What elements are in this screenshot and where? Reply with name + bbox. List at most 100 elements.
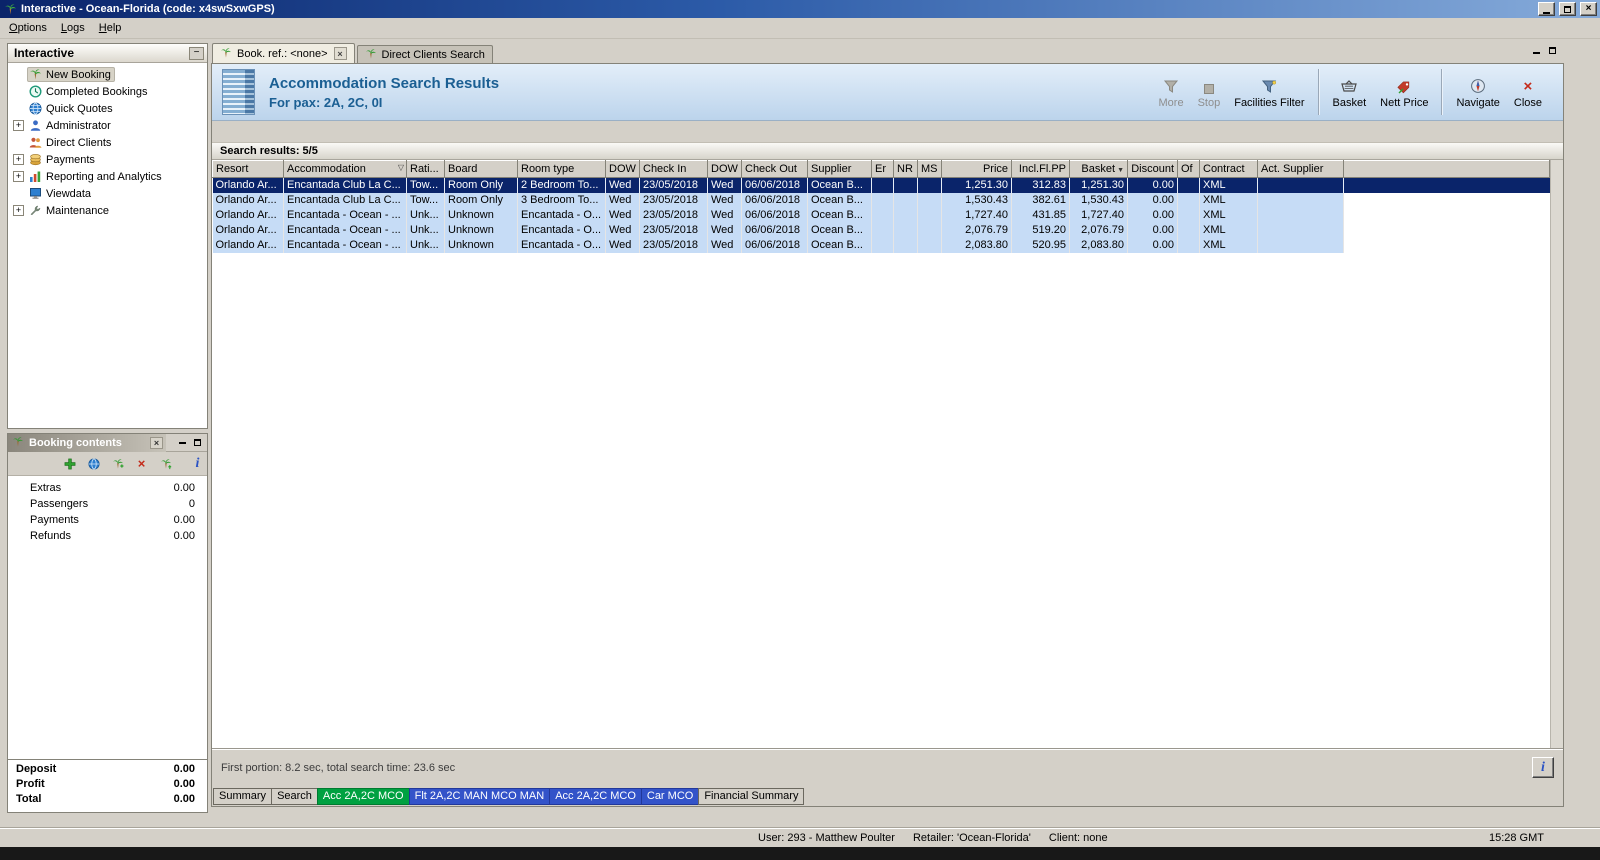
maximize-icon[interactable]: [194, 439, 201, 446]
column-header-resort[interactable]: Resort: [212, 160, 284, 178]
minimize-icon[interactable]: [1533, 52, 1540, 54]
navigate-button[interactable]: Navigate: [1456, 76, 1500, 109]
cell: 06/06/2018: [741, 192, 808, 208]
export-item-icon[interactable]: [158, 456, 173, 472]
statusbar: User: 293 - Matthew Poulter Retailer: 'O…: [0, 828, 1600, 847]
wrench-icon: [29, 204, 42, 217]
close-button[interactable]: ×: [1580, 2, 1597, 16]
tab-booking-ref[interactable]: Book. ref.: <none> ×: [212, 43, 355, 63]
tab-summary[interactable]: Summary: [213, 787, 273, 805]
cell: [871, 222, 894, 238]
tab-acc-mco[interactable]: Acc 2A,2C MCO: [549, 787, 642, 805]
sidebar-item-payments[interactable]: + Payments: [8, 151, 207, 168]
booking-row-extras[interactable]: Extras 0.00: [8, 482, 207, 498]
booking-row-passengers[interactable]: Passengers 0: [8, 498, 207, 514]
tab-acc-mco-active[interactable]: Acc 2A,2C MCO: [316, 787, 410, 805]
expander-blank: [13, 188, 24, 199]
nett-price-button[interactable]: Nett Price: [1380, 76, 1428, 109]
cell: [871, 237, 894, 253]
sidebar-item-direct-clients[interactable]: Direct Clients: [8, 134, 207, 151]
expander-blank: [13, 137, 24, 148]
titlebar: Interactive - Ocean-Florida (code: x4swS…: [0, 0, 1600, 18]
filter-icon[interactable]: ▽: [398, 163, 404, 172]
cell: [1257, 237, 1344, 253]
result-row[interactable]: Orlando Ar... Encantada - Ocean - ... Unk.…: [212, 237, 1550, 253]
results-table-wrap: Resort Accommodation ▽ Rati... Board Room typ…: [212, 160, 1550, 748]
sidebar-item-completed-bookings[interactable]: Completed Bookings: [8, 83, 207, 100]
price-tag-icon: [1396, 76, 1412, 94]
column-header-incl-fl-pp[interactable]: Incl.Fl.PP: [1011, 160, 1070, 178]
tab-direct-clients-search[interactable]: Direct Clients Search: [356, 45, 493, 63]
booking-row-payments[interactable]: Payments 0.00: [8, 514, 207, 530]
facilities-filter-button[interactable]: Facilities Filter: [1234, 76, 1305, 109]
column-header-price[interactable]: Price: [941, 160, 1012, 178]
cell: Encantada - Ocean - ...: [283, 207, 407, 223]
minimize-icon[interactable]: [179, 441, 186, 444]
sidebar-item-reporting-analytics[interactable]: + Reporting and Analytics: [8, 168, 207, 185]
column-header-act-supplier[interactable]: Act. Supplier: [1257, 160, 1344, 178]
maximize-button[interactable]: [1559, 2, 1576, 16]
collapse-panel-button[interactable]: −: [189, 46, 204, 60]
results-toolbar: More Stop Facilities Filter Basket Nett …: [1152, 69, 1549, 115]
info-button[interactable]: i: [1532, 757, 1554, 778]
cell: 0.00: [1127, 207, 1178, 223]
column-header-check-out[interactable]: Check Out: [741, 160, 808, 178]
monitor-icon: [29, 187, 42, 200]
sidebar-item-new-booking[interactable]: New Booking: [8, 66, 207, 83]
column-header-dow[interactable]: DOW: [707, 160, 742, 178]
info-icon[interactable]: i: [190, 456, 205, 472]
result-row[interactable]: Orlando Ar... Encantada - Ocean - ... Unk.…: [212, 222, 1550, 238]
delete-icon[interactable]: ×: [134, 456, 149, 472]
more-button[interactable]: More: [1159, 76, 1184, 109]
column-header-contract[interactable]: Contract: [1199, 160, 1258, 178]
column-header-check-in[interactable]: Check In: [639, 160, 708, 178]
column-header-dow[interactable]: DOW: [605, 160, 640, 178]
maximize-icon[interactable]: [1549, 47, 1556, 54]
cell: [893, 192, 918, 208]
close-results-button[interactable]: × Close: [1514, 76, 1542, 109]
result-row[interactable]: Orlando Ar... Encantada Club La C... Tow..…: [212, 192, 1550, 208]
column-header-basket[interactable]: Basket ▼: [1069, 160, 1128, 178]
booking-row-refunds[interactable]: Refunds 0.00: [8, 530, 207, 546]
minimize-button[interactable]: [1538, 2, 1555, 16]
vertical-scrollbar[interactable]: [1550, 160, 1563, 748]
cell: 23/05/2018: [639, 177, 708, 193]
add-item-icon[interactable]: [110, 456, 125, 472]
web-search-icon[interactable]: [86, 456, 101, 472]
cell: Wed: [707, 207, 742, 223]
tab-flt-man-mco-man[interactable]: Flt 2A,2C MAN MCO MAN: [408, 787, 551, 805]
result-row[interactable]: Orlando Ar... Encantada Club La C... Tow..…: [212, 177, 1550, 193]
expand-icon[interactable]: +: [13, 120, 24, 131]
menu-options[interactable]: Options: [2, 20, 54, 36]
column-header-nr[interactable]: NR: [893, 160, 918, 178]
result-row[interactable]: Orlando Ar... Encantada - Ocean - ... Unk.…: [212, 207, 1550, 223]
expand-icon[interactable]: +: [13, 171, 24, 182]
column-header-of[interactable]: Of: [1177, 160, 1200, 178]
column-header-er[interactable]: Er: [871, 160, 894, 178]
column-header-supplier[interactable]: Supplier: [807, 160, 872, 178]
sidebar-item-viewdata[interactable]: Viewdata: [8, 185, 207, 202]
palm-icon: [220, 47, 233, 60]
tab-car-mco[interactable]: Car MCO: [640, 787, 700, 805]
sidebar-item-administrator[interactable]: + Administrator: [8, 117, 207, 134]
column-header-room-type[interactable]: Room type: [517, 160, 606, 178]
close-tab-icon[interactable]: ×: [333, 47, 347, 60]
column-header-discount[interactable]: Discount: [1127, 160, 1178, 178]
add-button[interactable]: [62, 456, 77, 472]
column-header-ms[interactable]: MS: [917, 160, 942, 178]
expand-icon[interactable]: +: [13, 205, 24, 216]
expand-icon[interactable]: +: [13, 154, 24, 165]
tab-financial-summary[interactable]: Financial Summary: [698, 787, 805, 805]
stop-button[interactable]: Stop: [1198, 76, 1220, 109]
booking-section-tabs: Summary Search Acc 2A,2C MCO Flt 2A,2C M…: [212, 786, 1563, 806]
tab-search[interactable]: Search: [271, 787, 318, 805]
basket-button[interactable]: Basket: [1333, 76, 1366, 109]
menu-logs[interactable]: Logs: [54, 20, 92, 36]
menu-help[interactable]: Help: [92, 20, 129, 36]
column-header-board[interactable]: Board: [444, 160, 518, 178]
column-header-rati-[interactable]: Rati...: [406, 160, 445, 178]
column-header-accommodation[interactable]: Accommodation ▽: [283, 160, 407, 178]
sidebar-item-maintenance[interactable]: + Maintenance: [8, 202, 207, 219]
close-panel-button[interactable]: ×: [150, 436, 163, 449]
sidebar-item-quick-quotes[interactable]: Quick Quotes: [8, 100, 207, 117]
